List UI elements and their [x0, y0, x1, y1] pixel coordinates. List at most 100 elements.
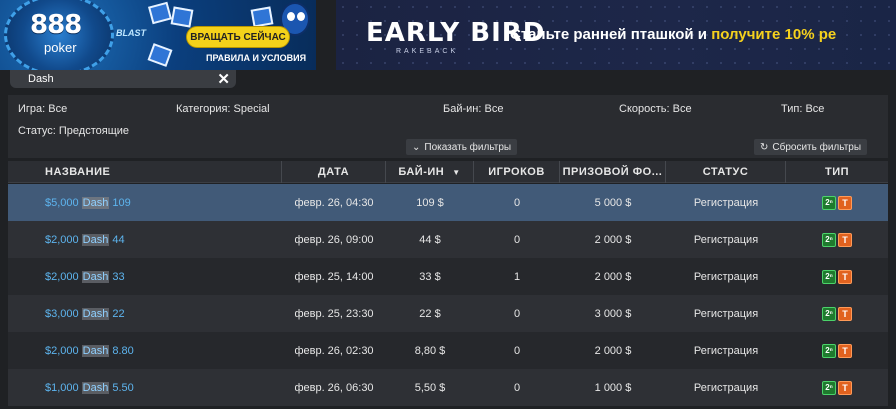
name-suffix: 5.50	[112, 381, 134, 394]
cell-date: февр. 26, 04:30	[294, 196, 374, 209]
two-chance-badge-icon: 2ⁿ	[822, 195, 836, 210]
cell-status: Регистрация	[693, 344, 759, 357]
cell-type: 2ⁿ T	[786, 258, 888, 295]
name-suffix: 8.80	[112, 344, 134, 357]
cell-status: Регистрация	[693, 381, 759, 394]
cell-players: 0	[513, 233, 521, 246]
name-prefix: $1,000	[45, 381, 79, 394]
cell-type: 2ⁿ T	[786, 184, 888, 221]
header-players[interactable]: ИГРОКОВ	[474, 161, 560, 183]
show-filters-button[interactable]: ⌄ Показать фильтры	[406, 139, 518, 155]
cell-buyin: 44 $	[419, 233, 441, 246]
header-status[interactable]: СТАТУС	[666, 161, 786, 183]
cell-type: 2ⁿ T	[786, 369, 888, 406]
gift-icon	[147, 43, 173, 67]
two-chance-badge-icon: 2ⁿ	[822, 380, 836, 395]
promo-highlight: получите 10% ре	[711, 26, 837, 43]
name-highlight: Dash	[81, 196, 110, 209]
two-chance-badge-icon: 2ⁿ	[822, 306, 836, 321]
tournament-name[interactable]: $3,000 Dash 22	[8, 295, 282, 332]
filter-game[interactable]: Игра: Все	[18, 103, 67, 115]
name-suffix: 109	[112, 196, 131, 209]
table-header: НАЗВАНИЕ ДАТА БАЙ-ИН ▼ ИГРОКОВ ПРИЗОВОЙ …	[8, 161, 888, 183]
header-type[interactable]: ТИП	[786, 161, 888, 183]
cell-date: февр. 25, 14:00	[294, 270, 374, 283]
filter-status[interactable]: Статус: Предстоящие	[18, 125, 129, 137]
tournament-name[interactable]: $2,000 Dash 44	[8, 221, 282, 258]
search-query[interactable]: Dash	[28, 73, 54, 85]
two-chance-badge-icon: 2ⁿ	[822, 269, 836, 284]
cell-date: февр. 26, 09:00	[294, 233, 374, 246]
cell-prize: 5 000 $	[594, 196, 632, 209]
type-badges: 2ⁿ T	[822, 343, 852, 358]
show-filters-label: Показать фильтры	[424, 141, 512, 153]
name-highlight: Dash	[81, 233, 110, 246]
tournament-name[interactable]: $5,000 Dash 109	[8, 184, 282, 221]
tournament-name[interactable]: $2,000 Dash 33	[8, 258, 282, 295]
promo-text: Станьте ранней пташкой и	[510, 26, 712, 43]
header-prize[interactable]: ПРИЗОВОЙ ФО...	[560, 161, 666, 183]
cell-status: Регистрация	[693, 307, 759, 320]
lobby-root: 888 poker BLAST ВРАЩАТЬ СЕЙЧАС ПРАВИЛА И…	[0, 0, 896, 409]
tournament-name[interactable]: $2,000 Dash 8.80	[8, 332, 282, 369]
name-highlight: Dash	[81, 307, 110, 320]
table-row[interactable]: $3,000 Dash 22 февр. 25, 23:30 22 $ 0 3 00…	[8, 295, 888, 332]
header-buyin[interactable]: БАЙ-ИН ▼	[386, 161, 474, 183]
cell-buyin: 22 $	[419, 307, 441, 320]
type-badges: 2ⁿ T	[822, 232, 852, 247]
table-row[interactable]: $1,000 Dash 5.50 февр. 26, 06:30 5,50 $ 0 …	[8, 369, 888, 406]
name-prefix: $2,000	[45, 344, 79, 357]
cell-type: 2ⁿ T	[786, 295, 888, 332]
chevron-down-icon: ⌄	[412, 141, 421, 153]
turbo-badge-icon: T	[838, 306, 852, 321]
tournament-name[interactable]: $1,000 Dash 5.50	[8, 369, 282, 406]
logo-poker-text: poker	[44, 40, 77, 55]
search-chip[interactable]: Dash ✕	[10, 70, 236, 88]
name-suffix: 44	[112, 233, 125, 246]
close-icon[interactable]: ✕	[217, 70, 230, 88]
name-prefix: $3,000	[45, 307, 79, 320]
cell-date: февр. 26, 02:30	[294, 344, 374, 357]
header-name[interactable]: НАЗВАНИЕ	[8, 161, 282, 183]
turbo-badge-icon: T	[838, 269, 852, 284]
type-badges: 2ⁿ T	[822, 195, 852, 210]
name-suffix: 33	[112, 270, 125, 283]
spin-now-button[interactable]: ВРАЩАТЬ СЕЙЧАС	[186, 26, 290, 48]
cell-players: 0	[513, 196, 521, 209]
name-prefix: $5,000	[45, 196, 79, 209]
table-row[interactable]: $2,000 Dash 8.80 февр. 26, 02:30 8,80 $ 0 …	[8, 332, 888, 369]
blast-label: BLAST	[116, 28, 146, 38]
promo-banner-early-bird[interactable]: EARLY BIRD RAKEBACK Станьте ранней пташк…	[336, 0, 896, 70]
terms-link[interactable]: ПРАВИЛА И УСЛОВИЯ	[206, 53, 306, 63]
gift-icon	[250, 6, 274, 28]
cell-prize: 3 000 $	[594, 307, 632, 320]
gift-icon	[148, 1, 172, 25]
cell-prize: 2 000 $	[594, 233, 632, 246]
filter-speed[interactable]: Скорость: Все	[619, 103, 692, 115]
name-suffix: 22	[112, 307, 125, 320]
cell-prize: 1 000 $	[594, 381, 632, 394]
name-highlight: Dash	[81, 381, 110, 394]
type-badges: 2ⁿ T	[822, 269, 852, 284]
cell-date: февр. 25, 23:30	[294, 307, 374, 320]
tournament-table: НАЗВАНИЕ ДАТА БАЙ-ИН ▼ ИГРОКОВ ПРИЗОВОЙ …	[8, 161, 888, 409]
type-badges: 2ⁿ T	[822, 380, 852, 395]
early-bird-promo-text: Станьте ранней пташкой и получите 10% ре	[510, 26, 836, 43]
header-date[interactable]: ДАТА	[282, 161, 386, 183]
table-row[interactable]: $5,000 Dash 109 февр. 26, 04:30 109 $ 0 5 …	[8, 184, 888, 221]
cell-date: февр. 26, 06:30	[294, 381, 374, 394]
promo-banner-888[interactable]: 888 poker BLAST ВРАЩАТЬ СЕЙЧАС ПРАВИЛА И…	[0, 0, 316, 70]
reset-filters-button[interactable]: ↻ Сбросить фильтры	[754, 139, 868, 155]
filter-category[interactable]: Категория: Special	[176, 103, 270, 115]
table-row[interactable]: $2,000 Dash 44 февр. 26, 09:00 44 $ 0 2 00…	[8, 221, 888, 258]
cell-players: 0	[513, 381, 521, 394]
table-row[interactable]: $2,000 Dash 33 февр. 25, 14:00 33 $ 1 2 00…	[8, 258, 888, 295]
filter-buyin[interactable]: Бай-ин: Все	[443, 103, 503, 115]
cell-status: Регистрация	[693, 196, 759, 209]
refresh-icon: ↻	[760, 141, 769, 153]
filter-panel: Игра: Все Категория: Special Бай-ин: Все…	[8, 95, 888, 158]
cell-type: 2ⁿ T	[786, 221, 888, 258]
cell-players: 0	[513, 307, 521, 320]
filter-type[interactable]: Тип: Все	[781, 103, 824, 115]
cell-status: Регистрация	[693, 233, 759, 246]
